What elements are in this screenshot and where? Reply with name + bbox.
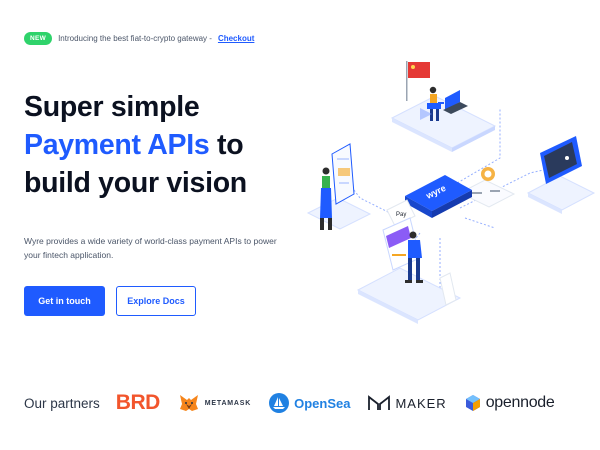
metamask-logo[interactable]: METAMASK: [178, 392, 251, 414]
announcement-text: Introducing the best fiat-to-crypto gate…: [58, 33, 212, 43]
headline-line-3: build your vision: [24, 167, 247, 199]
brd-logo[interactable]: BRD: [115, 391, 161, 415]
brd-logo-text: BRD: [115, 391, 161, 414]
wyre-card: wyre: [405, 175, 472, 218]
opensea-icon: [269, 393, 290, 413]
maker-m-icon: [368, 395, 391, 410]
opennode-logo[interactable]: opennode: [465, 394, 555, 412]
pay-card-label: Pay: [396, 212, 406, 218]
hero: Super simple Payment APIs to build your …: [24, 88, 314, 202]
metamask-fox-icon: [179, 395, 198, 411]
headline-line-2-rest: to: [209, 129, 244, 161]
opennode-icon: [465, 395, 480, 411]
china-flag-icon: [406, 61, 430, 101]
hero-illustration: wyre Pay: [306, 61, 596, 324]
opensea-logo[interactable]: OpenSea: [269, 393, 350, 413]
checkout-link[interactable]: Checkout: [218, 34, 254, 43]
new-badge: NEW: [24, 31, 53, 45]
partners-label: Our partners: [24, 395, 100, 411]
platform-top: [390, 95, 497, 152]
announcement-bar: NEW Introducing the best fiat-to-crypto …: [24, 29, 254, 47]
headline-accent: Payment APIs: [24, 129, 210, 161]
metamask-logo-text: METAMASK: [204, 399, 252, 407]
opennode-logo-text: opennode: [485, 394, 555, 411]
get-in-touch-button[interactable]: Get in touch: [24, 286, 105, 316]
opensea-logo-text: OpenSea: [294, 395, 351, 411]
headline-line-1: Super simple: [24, 91, 200, 123]
partners-row: Our partners BRD METAMASK OpenSea MAKER: [24, 388, 584, 418]
coin-panel: [458, 167, 516, 208]
hero-description: Wyre provides a wide variety of world-cl…: [24, 236, 277, 260]
explore-docs-button[interactable]: Explore Docs: [116, 286, 196, 316]
platform-right: [526, 175, 596, 214]
phone-screen: [331, 143, 355, 205]
maker-logo[interactable]: MAKER: [368, 395, 446, 411]
maker-logo-text: MAKER: [395, 395, 447, 411]
hero-headline: Super simple Payment APIs to build your …: [24, 88, 314, 202]
